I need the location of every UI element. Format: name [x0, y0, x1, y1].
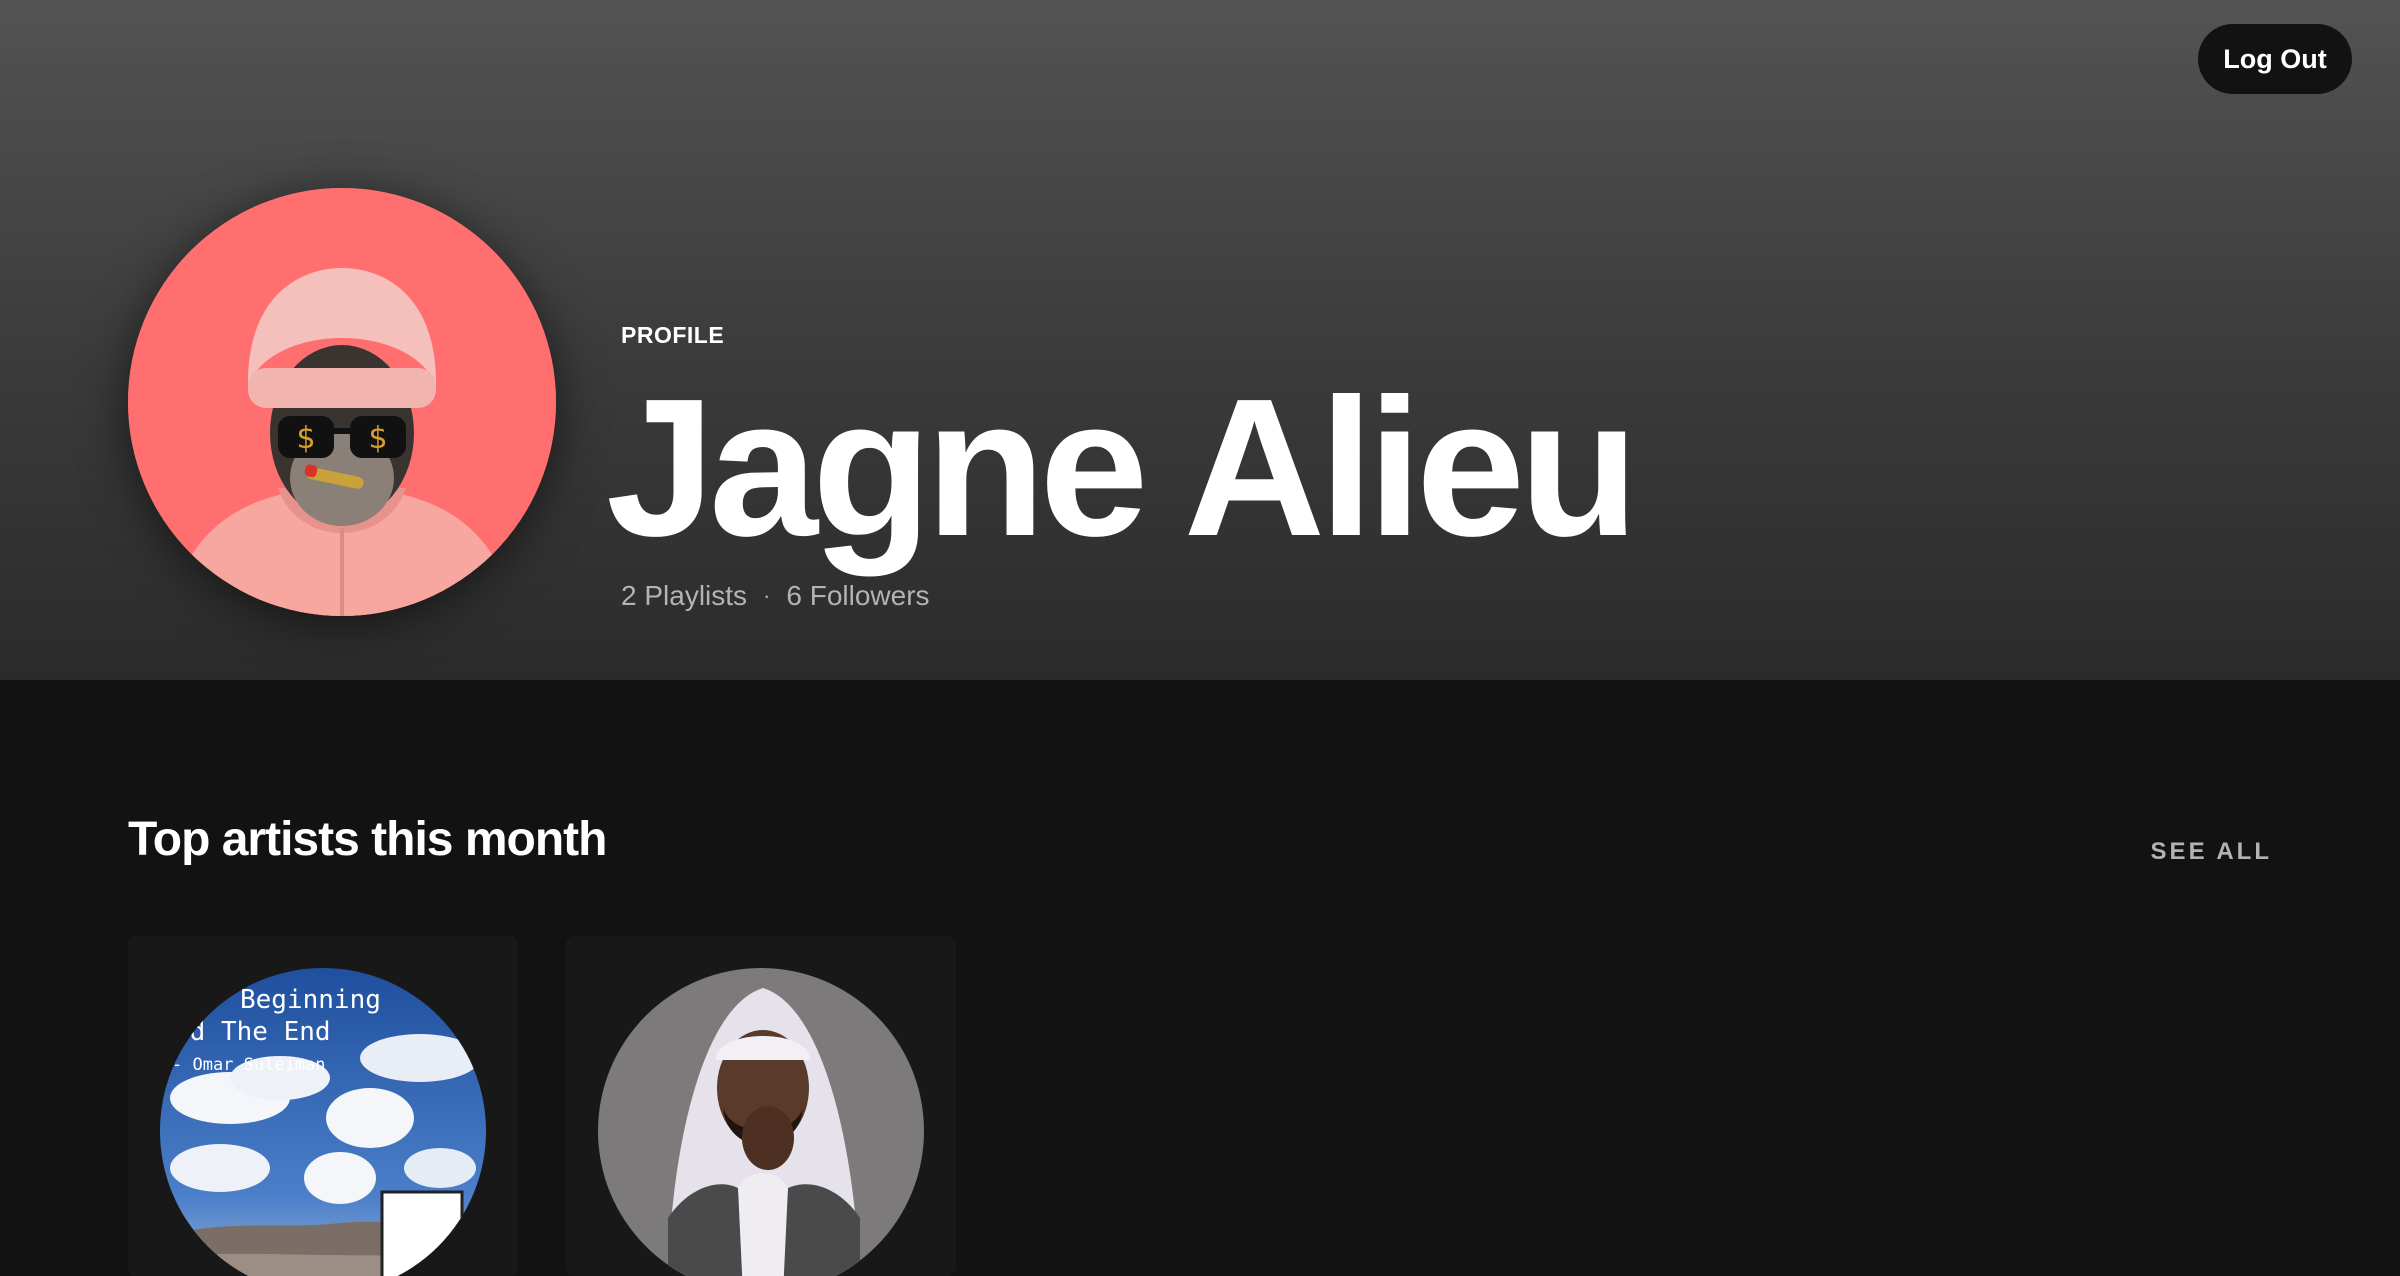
- playlists-count[interactable]: 2 Playlists: [621, 580, 747, 612]
- profile-name: Jagne Alieu: [606, 358, 1639, 577]
- svg-text:$: $: [368, 421, 387, 456]
- stats-separator: ·: [763, 583, 771, 608]
- cover-text-3: - Omar Suleiman: [172, 1055, 326, 1075]
- cover-text-1: Beginning: [240, 985, 381, 1015]
- artist-cover-art: Beginning nd The End - Omar Suleiman: [160, 968, 486, 1276]
- artist-card[interactable]: [566, 936, 956, 1276]
- artist-image: [598, 968, 924, 1276]
- svg-text:$: $: [296, 421, 315, 456]
- profile-header: Log Out $ $ PROFILE Jagne Alieu 2 Playli…: [0, 0, 2400, 680]
- followers-count[interactable]: 6 Followers: [786, 580, 929, 612]
- cover-text-2: nd The End: [174, 1017, 331, 1047]
- artist-portrait: [598, 968, 924, 1276]
- artist-card[interactable]: Beginning nd The End - Omar Suleiman: [128, 936, 518, 1276]
- logout-button[interactable]: Log Out: [2198, 24, 2352, 94]
- profile-avatar[interactable]: $ $: [128, 188, 556, 616]
- artist-image: Beginning nd The End - Omar Suleiman: [160, 968, 486, 1276]
- see-all-link[interactable]: SEE ALL: [2151, 838, 2272, 866]
- profile-type-label: PROFILE: [621, 322, 725, 348]
- top-artists-title: Top artists this month: [128, 813, 607, 866]
- profile-stats: 2 Playlists · 6 Followers: [621, 580, 930, 612]
- avatar-illustration: $ $: [128, 188, 556, 616]
